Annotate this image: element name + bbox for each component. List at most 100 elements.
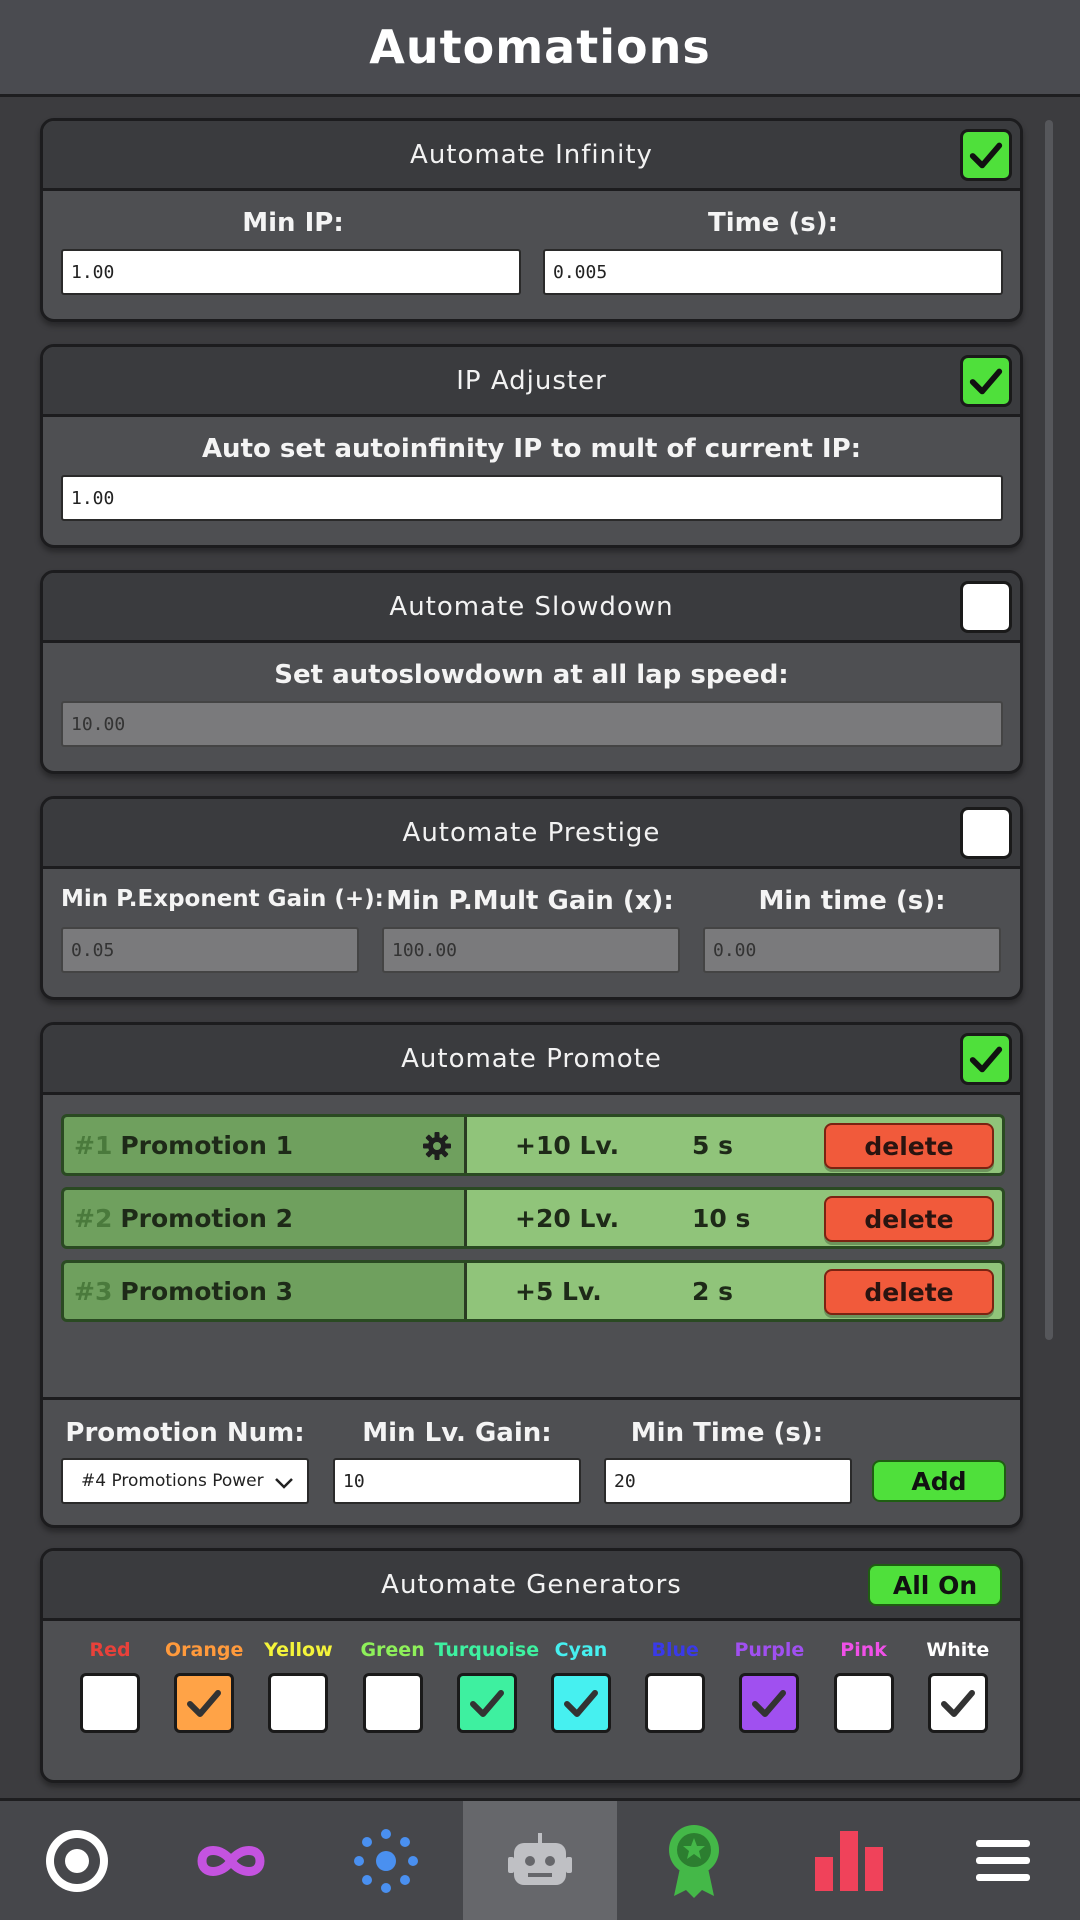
check-icon xyxy=(564,1690,598,1717)
promotion-row[interactable]: #1 Promotion 1 +10 Lv. 5 s delete xyxy=(61,1114,1005,1176)
slowdown-speed-input[interactable]: 10.00 xyxy=(61,701,1003,747)
ip-adjuster-label: Auto set autoinfinity IP to mult of curr… xyxy=(201,434,862,464)
card-header: IP Adjuster xyxy=(43,347,1020,417)
app-header: Automations xyxy=(0,0,1080,97)
automate-infinity-card: Automate Infinity Min IP: Time (s): 1.00… xyxy=(40,118,1023,322)
generator-checkbox[interactable] xyxy=(80,1673,140,1733)
min-ip-label: Min IP: xyxy=(242,208,344,238)
card-header: Automate Promote xyxy=(43,1025,1020,1095)
card-title: Automate Promote xyxy=(401,1043,662,1074)
generator-checkbox[interactable] xyxy=(833,1673,894,1733)
promotion-detail-cell: +10 Lv. 5 s delete xyxy=(467,1117,1002,1173)
gear-icon[interactable] xyxy=(422,1131,452,1161)
promotion-row[interactable]: #3 Promotion 3 +5 Lv. 2 s delete xyxy=(61,1260,1005,1322)
card-title: Automate Prestige xyxy=(402,817,661,848)
promotion-name-cell: #3 Promotion 3 xyxy=(64,1263,467,1319)
delete-button[interactable]: delete xyxy=(824,1196,994,1242)
ip-adjuster-checkbox[interactable] xyxy=(960,355,1012,407)
infinity-icon xyxy=(197,1845,265,1876)
automate-slowdown-checkbox[interactable] xyxy=(960,581,1012,633)
promotion-detail-cell: +20 Lv. 10 s delete xyxy=(467,1190,1002,1246)
nav-item-robot[interactable] xyxy=(462,1801,618,1920)
page-title: Automations xyxy=(369,20,711,74)
generator-checkbox[interactable] xyxy=(927,1673,988,1733)
robot-icon xyxy=(507,1832,572,1885)
dots-icon xyxy=(353,1828,418,1893)
generator-checkbox[interactable] xyxy=(174,1673,235,1733)
automate-promote-card: Automate Promote #1 Promotion 1 +10 Lv. … xyxy=(40,1022,1023,1528)
promotion-num-label: Promotion Num: xyxy=(65,1418,305,1448)
card-title: Automate Slowdown xyxy=(389,591,674,622)
automate-slowdown-card: Automate Slowdown Set autoslowdown at al… xyxy=(40,570,1023,774)
nav-item-target[interactable] xyxy=(0,1801,154,1920)
scrollbar[interactable] xyxy=(1045,120,1053,1340)
time-label: Time (s): xyxy=(707,208,839,238)
nav-item-menu[interactable] xyxy=(926,1801,1080,1920)
promotion-number: #1 xyxy=(74,1130,113,1160)
check-icon xyxy=(969,1046,1003,1073)
card-header: Automate Prestige xyxy=(43,799,1020,869)
nav-item-dots[interactable] xyxy=(309,1801,463,1920)
promotion-time: 5 s xyxy=(692,1131,733,1160)
promotion-number: #3 xyxy=(74,1276,113,1306)
automate-infinity-checkbox[interactable] xyxy=(960,129,1012,181)
nav-item-stats[interactable] xyxy=(771,1801,925,1920)
automate-promote-checkbox[interactable] xyxy=(960,1033,1012,1085)
promotion-time: 10 s xyxy=(692,1204,751,1233)
ip-multiplier-input[interactable]: 1.00 xyxy=(61,475,1003,521)
generator-checkbox[interactable] xyxy=(362,1673,423,1733)
min-lv-gain-label: Min Lv. Gain: xyxy=(362,1418,552,1448)
nav-item-award[interactable] xyxy=(617,1801,771,1920)
check-icon xyxy=(940,1690,975,1717)
generator-checkbox[interactable] xyxy=(268,1673,329,1733)
min-time-label: Min Time (s): xyxy=(630,1418,824,1448)
chevron-down-icon xyxy=(275,1478,293,1489)
promotion-name-cell: #2 Promotion 2 xyxy=(64,1190,467,1246)
min-time-label: Min time (s): xyxy=(758,886,946,916)
card-title: Automate Generators xyxy=(381,1569,682,1600)
automations-scroll-area[interactable]: Automate Infinity Min IP: Time (s): 1.00… xyxy=(0,100,1080,1798)
min-ip-input[interactable]: 1.00 xyxy=(61,249,521,295)
check-icon xyxy=(469,1690,504,1717)
min-mult-label: Min P.Mult Gain (x): xyxy=(386,886,674,916)
bottom-nav xyxy=(0,1798,1080,1920)
promotion-name: Promotion 3 xyxy=(120,1276,293,1306)
generator-checkbox[interactable] xyxy=(739,1673,800,1733)
generator-checkbox[interactable] xyxy=(551,1673,611,1733)
award-icon xyxy=(669,1824,720,1898)
ip-adjuster-card: IP Adjuster Auto set autoinfinity IP to … xyxy=(40,344,1023,548)
promotion-level-gain: +20 Lv. xyxy=(515,1204,620,1233)
min-time-input[interactable]: 20 xyxy=(604,1458,852,1504)
target-icon xyxy=(46,1829,109,1892)
check-icon xyxy=(752,1690,787,1717)
nav-item-infinity[interactable] xyxy=(154,1801,308,1920)
min-time-input[interactable]: 0.00 xyxy=(703,927,1001,973)
min-lv-gain-input[interactable]: 10 xyxy=(333,1458,581,1504)
card-header: Automate Slowdown xyxy=(43,573,1020,643)
automate-prestige-card: Automate Prestige Min P.Exponent Gain (+… xyxy=(40,796,1023,1000)
all-on-button[interactable]: All On xyxy=(868,1564,1002,1606)
add-promotion-button[interactable]: Add xyxy=(872,1460,1006,1502)
generator-label: White xyxy=(926,1639,990,1661)
min-exponent-label: Min P.Exponent Gain (+): xyxy=(61,886,384,912)
generator-checkbox[interactable] xyxy=(456,1673,517,1733)
promotion-time: 2 s xyxy=(692,1277,733,1306)
min-mult-input[interactable]: 100.00 xyxy=(382,927,680,973)
promotion-num-select[interactable]: #4 Promotions Power xyxy=(61,1458,309,1504)
check-icon xyxy=(969,368,1003,395)
check-icon xyxy=(969,142,1003,169)
menu-icon xyxy=(975,1839,1030,1881)
generator-checkbox[interactable] xyxy=(645,1673,706,1733)
min-exponent-input[interactable]: 0.05 xyxy=(61,927,359,973)
card-title: Automate Infinity xyxy=(410,139,653,170)
promotion-row[interactable]: #2 Promotion 2 +20 Lv. 10 s delete xyxy=(61,1187,1005,1249)
card-title: IP Adjuster xyxy=(456,365,607,396)
time-input[interactable]: 0.005 xyxy=(543,249,1003,295)
automate-prestige-checkbox[interactable] xyxy=(960,807,1012,859)
card-header: Automate Generators All On xyxy=(43,1551,1020,1621)
automate-generators-card: Automate Generators All On Red Orange Yell… xyxy=(40,1548,1023,1783)
delete-button[interactable]: delete xyxy=(824,1269,994,1315)
delete-button[interactable]: delete xyxy=(824,1123,994,1169)
promotion-number: #2 xyxy=(74,1203,113,1233)
slowdown-label: Set autoslowdown at all lap speed: xyxy=(274,660,789,690)
